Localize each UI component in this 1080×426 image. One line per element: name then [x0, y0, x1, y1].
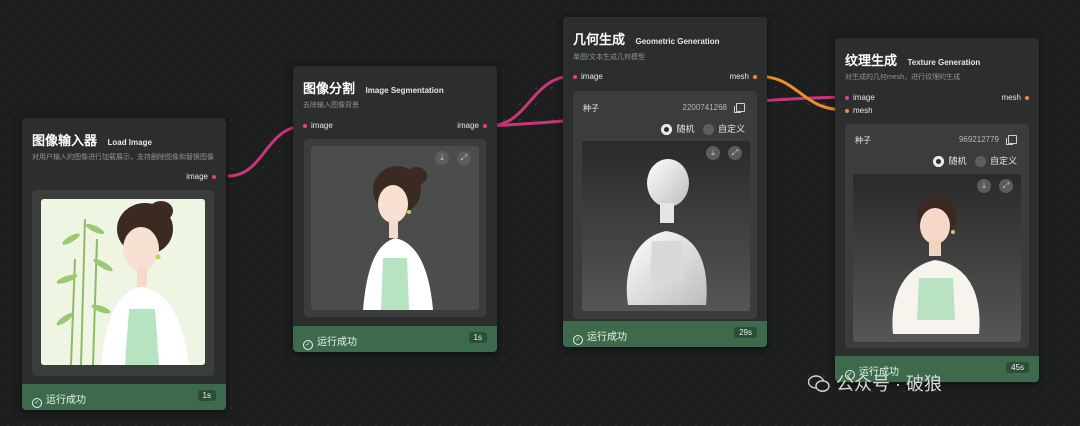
output-port-image[interactable]: image: [457, 121, 487, 130]
check-circle-icon: ✓: [32, 398, 42, 408]
port-dot[interactable]: [212, 174, 216, 179]
port-dot[interactable]: [753, 74, 757, 79]
watermark: 公众号 · 破狼: [808, 370, 942, 396]
download-icon[interactable]: ⤓: [977, 179, 991, 193]
node-description: 去除输入图像背景: [303, 102, 359, 109]
node-title-zh: 纹理生成: [845, 53, 898, 68]
duration-badge: 1s: [468, 332, 487, 343]
run-status-bar: ✓ 运行成功 1s: [22, 384, 226, 410]
output-port-image[interactable]: image: [186, 172, 216, 181]
node-load-image[interactable]: 图像输入器 Load Image 对用户输入的图像进行加载展示，支持删除图像和替…: [22, 118, 226, 410]
radio-unselected-icon[interactable]: [702, 124, 714, 136]
image-panel: [32, 190, 214, 376]
duration-badge: 29s: [734, 327, 757, 338]
port-dot[interactable]: [845, 95, 849, 100]
radio-custom[interactable]: 自定义: [702, 124, 745, 136]
node-title-zh: 图像分割: [303, 81, 356, 96]
port-dot[interactable]: [573, 74, 577, 79]
image-panel: ⤓ ⤢: [304, 139, 486, 317]
wire-seg-to-geo: [487, 74, 575, 128]
node-description: 单图/文本生成几何模型: [573, 54, 645, 61]
status-text: 运行成功: [317, 337, 357, 348]
expand-icon[interactable]: ⤢: [457, 151, 471, 165]
port-dot[interactable]: [845, 108, 849, 113]
node-texture-generation[interactable]: 纹理生成 Texture Generation 对生成的几何mesh，进行纹理的…: [835, 38, 1039, 382]
node-title: 纹理生成 Texture Generation: [845, 50, 980, 70]
status-text: 运行成功: [587, 332, 627, 343]
status-text: 运行成功: [46, 395, 86, 406]
textured-bust-model: [892, 196, 980, 334]
output-port-mesh[interactable]: mesh: [1001, 93, 1029, 102]
port-dot[interactable]: [303, 123, 307, 128]
port-dot[interactable]: [483, 123, 487, 128]
input-image[interactable]: [41, 199, 205, 365]
seed-label: 种子: [855, 136, 871, 145]
output-port-mesh[interactable]: mesh: [729, 72, 757, 81]
wechat-icon: [808, 375, 830, 392]
node-title-en: Load Image: [107, 138, 152, 147]
input-port-image[interactable]: image: [303, 121, 333, 130]
duration-badge: 45s: [1006, 362, 1029, 373]
check-circle-icon: ✓: [573, 335, 583, 345]
download-icon[interactable]: ⤓: [435, 151, 449, 165]
portrait-illustration: [41, 199, 205, 365]
node-title-en: Geometric Generation: [635, 37, 720, 46]
radio-selected-icon[interactable]: [933, 156, 945, 168]
radio-random[interactable]: 随机: [933, 156, 966, 168]
radio-random[interactable]: 随机: [661, 124, 694, 136]
radio-custom[interactable]: 自定义: [974, 156, 1017, 168]
node-title-en: Texture Generation: [907, 58, 981, 67]
input-port-image[interactable]: image: [573, 72, 603, 81]
geometry-preview[interactable]: ⤓ ⤢: [582, 141, 750, 311]
download-icon[interactable]: ⤓: [706, 146, 720, 160]
radio-selected-icon[interactable]: [661, 124, 673, 136]
copy-icon[interactable]: [1006, 135, 1017, 145]
radio-unselected-icon[interactable]: [974, 156, 986, 168]
input-port-mesh[interactable]: mesh: [845, 106, 873, 115]
expand-icon[interactable]: ⤢: [728, 146, 742, 160]
watermark-text: 公众号 · 破狼: [836, 374, 942, 394]
params-panel: 种子 969212779 随机 自定义 ⤓ ⤢: [845, 124, 1029, 348]
node-description: 对生成的几何mesh，进行纹理的生成: [845, 74, 961, 81]
node-image-segmentation[interactable]: 图像分割 Image Segmentation 去除输入图像背景 image i…: [293, 66, 497, 352]
node-title: 几何生成 Geometric Generation: [573, 29, 720, 49]
duration-badge: 1s: [197, 390, 216, 401]
seed-value[interactable]: 969212779: [959, 135, 999, 144]
white-bust-model: [626, 159, 707, 305]
seed-mode-radio-group: 随机 自定义: [661, 122, 745, 136]
segmented-image[interactable]: ⤓ ⤢: [311, 146, 479, 310]
texture-preview[interactable]: ⤓ ⤢: [853, 174, 1021, 342]
input-port-image[interactable]: image: [845, 93, 875, 102]
wire-geo-to-tex: [755, 74, 846, 112]
expand-icon[interactable]: ⤢: [999, 179, 1013, 193]
node-title: 图像分割 Image Segmentation: [303, 78, 444, 98]
node-geometric-generation[interactable]: 几何生成 Geometric Generation 单图/文本生成几何模型 im…: [563, 17, 767, 347]
seed-mode-radio-group: 随机 自定义: [933, 154, 1017, 168]
port-dot[interactable]: [1025, 95, 1029, 100]
run-status-bar: ✓ 运行成功 29s: [563, 321, 767, 347]
node-description: 对用户输入的图像进行加载展示，支持删除图像和替换图像: [32, 154, 214, 161]
segmented-portrait: [363, 166, 433, 310]
node-title-zh: 几何生成: [573, 32, 626, 47]
node-title: 图像输入器 Load Image: [32, 130, 152, 150]
run-status-bar: ✓ 运行成功 1s: [293, 326, 497, 352]
node-title-zh: 图像输入器: [32, 133, 98, 148]
copy-icon[interactable]: [734, 103, 745, 113]
check-circle-icon: ✓: [303, 340, 313, 350]
seed-label: 种子: [583, 104, 599, 113]
seed-value[interactable]: 2200741268: [683, 103, 728, 112]
node-title-en: Image Segmentation: [365, 86, 444, 95]
params-panel: 种子 2200741268 随机 自定义 ⤓ ⤢: [573, 91, 757, 319]
